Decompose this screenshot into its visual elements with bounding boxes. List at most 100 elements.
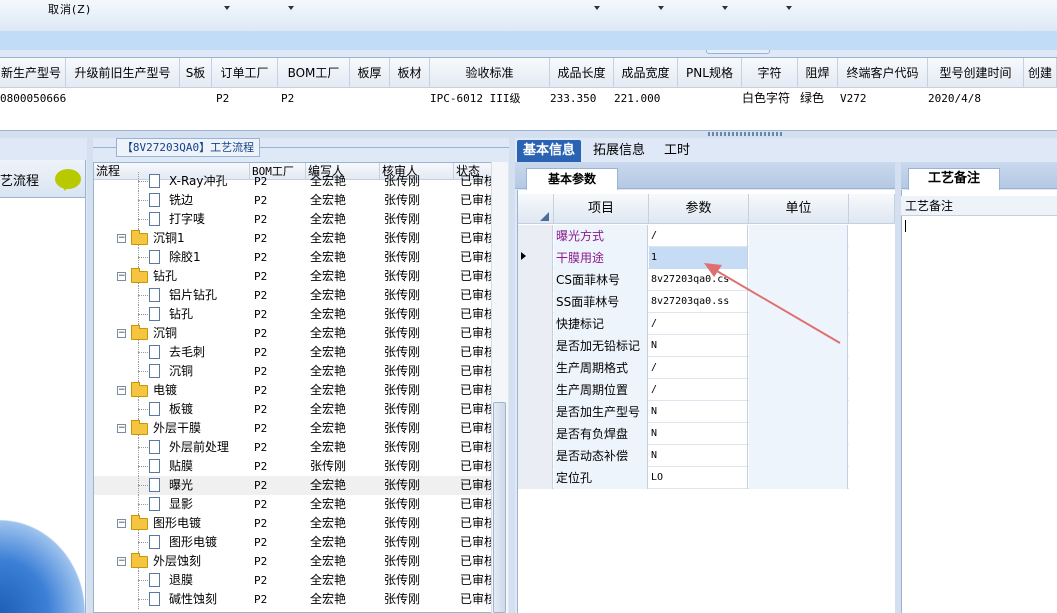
dropdown-arrow-icon[interactable] — [594, 6, 600, 10]
tree-row[interactable]: 碱性蚀刻 P2 全宏艳 张传刚 已审核 — [94, 590, 492, 609]
column-header[interactable]: 创建 — [1024, 58, 1057, 88]
grid-cell[interactable]: 白色字符 — [742, 89, 790, 108]
row-gutter[interactable] — [518, 335, 553, 357]
tree-row[interactable]: − 电镀 P2 全宏艳 张传刚 已审核 — [94, 381, 492, 400]
tree-row[interactable]: 铝片钻孔 P2 全宏艳 张传刚 已审核 — [94, 286, 492, 305]
tab-extended-info[interactable]: 拓展信息 — [587, 140, 651, 162]
param-value[interactable]: / — [649, 225, 748, 247]
param-unit[interactable] — [749, 445, 848, 467]
column-header[interactable]: 验收标准 — [430, 58, 550, 88]
grid-cell[interactable]: 2020/4/8 — [928, 89, 981, 108]
scrollbar-thumb[interactable] — [493, 402, 506, 613]
grid-cell[interactable]: IPC-6012 III级 — [430, 89, 520, 108]
param-value[interactable]: N — [649, 423, 748, 445]
column-header[interactable]: S板 — [180, 58, 212, 88]
row-gutter[interactable] — [518, 357, 553, 379]
collapse-toggle-icon[interactable]: − — [117, 386, 126, 395]
tree-row[interactable]: 去毛刺 P2 全宏艳 张传刚 已审核 — [94, 343, 492, 362]
tree-row[interactable]: 退膜 P2 全宏艳 张传刚 已审核 — [94, 571, 492, 590]
column-header[interactable]: 成品宽度 — [614, 58, 678, 88]
param-value[interactable]: LO — [649, 467, 748, 489]
select-all-icon[interactable] — [540, 212, 549, 221]
collapse-toggle-icon[interactable]: − — [117, 424, 126, 433]
column-header[interactable]: 字符 — [742, 58, 798, 88]
left-nav-header[interactable]: 艺流程 — [0, 160, 85, 198]
tree-row[interactable]: 沉铜 P2 全宏艳 张传刚 已审核 — [94, 362, 492, 381]
column-header[interactable]: BOM工厂 — [278, 58, 350, 88]
dropdown-arrow-icon[interactable] — [722, 6, 728, 10]
param-row[interactable]: 生产周期格式 / — [518, 357, 895, 379]
tree-row[interactable]: 图形电镀 P2 全宏艳 张传刚 已审核 — [94, 533, 492, 552]
cancel-button[interactable]: 取消(Z) — [48, 1, 91, 17]
param-row[interactable]: 是否动态补偿 N — [518, 445, 895, 467]
column-header[interactable]: 型号创建时间 — [928, 58, 1024, 88]
tree-row[interactable]: 贴膜 P2 张传刚 张传刚 已审核 — [94, 457, 492, 476]
param-row[interactable]: 定位孔 LO — [518, 467, 895, 489]
tree-row[interactable]: 显影 P2 全宏艳 张传刚 已审核 — [94, 495, 492, 514]
param-unit[interactable] — [749, 401, 848, 423]
column-header[interactable]: 板厚 — [350, 58, 390, 88]
row-gutter[interactable] — [518, 423, 553, 445]
grid-cell[interactable]: 绿色 — [800, 89, 824, 108]
row-gutter[interactable] — [518, 467, 553, 489]
column-header[interactable]: 订单工厂 — [212, 58, 278, 88]
column-header[interactable]: 项目 — [554, 194, 649, 224]
tab-process-remark[interactable]: 工艺备注 — [908, 168, 1000, 190]
column-header[interactable]: 板材 — [390, 58, 430, 88]
column-header[interactable]: 新生产型号 — [0, 58, 66, 88]
tree-row[interactable]: 打字唛 P2 全宏艳 张传刚 已审核 — [94, 210, 492, 229]
tree-row[interactable]: X-Ray冲孔 P2 全宏艳 张传刚 已审核 — [94, 172, 492, 191]
tree-row[interactable]: − 图形电镀 P2 全宏艳 张传刚 已审核 — [94, 514, 492, 533]
column-header[interactable]: 终端客户代码 — [838, 58, 928, 88]
param-unit[interactable] — [749, 423, 848, 445]
tree-row[interactable]: − 沉铜1 P2 全宏艳 张传刚 已审核 — [94, 229, 492, 248]
grid-cell[interactable]: V272 — [840, 89, 867, 108]
splitter-grip-icon[interactable] — [708, 132, 784, 136]
grid-cell[interactable]: P2 — [216, 89, 229, 108]
param-unit[interactable] — [749, 357, 848, 379]
row-gutter[interactable] — [518, 379, 553, 401]
param-row[interactable]: 曝光方式 / — [518, 225, 895, 247]
column-header[interactable]: 成品长度 — [550, 58, 614, 88]
tree-row[interactable]: − 沉铜 P2 全宏艳 张传刚 已审核 — [94, 324, 492, 343]
param-row[interactable]: 是否有负焊盘 N — [518, 423, 895, 445]
param-value[interactable]: / — [649, 357, 748, 379]
tree-row[interactable]: 除胶1 P2 全宏艳 张传刚 已审核 — [94, 248, 492, 267]
tab-basic-params[interactable]: 基本参数 — [526, 168, 618, 190]
param-unit[interactable] — [749, 225, 848, 247]
tab-working-hours[interactable]: 工时 — [658, 140, 696, 162]
remark-editor[interactable] — [901, 190, 1057, 613]
grid-cell[interactable]: 0800050666 — [0, 89, 66, 108]
column-header[interactable]: 升级前旧生产型号 — [66, 58, 180, 88]
collapse-toggle-icon[interactable]: − — [117, 234, 126, 243]
tree-row[interactable]: − 外层蚀刻 P2 全宏艳 张传刚 已审核 — [94, 552, 492, 571]
tree-row[interactable]: 外层前处理 P2 全宏艳 张传刚 已审核 — [94, 438, 492, 457]
collapse-toggle-icon[interactable]: − — [117, 272, 126, 281]
row-gutter[interactable] — [518, 225, 553, 247]
row-gutter[interactable] — [518, 291, 553, 313]
tree-row[interactable]: − 外层干膜 P2 全宏艳 张传刚 已审核 — [94, 419, 492, 438]
row-gutter[interactable] — [518, 401, 553, 423]
row-gutter[interactable] — [518, 313, 553, 335]
tree-row[interactable]: − 钻孔 P2 全宏艳 张传刚 已审核 — [94, 267, 492, 286]
row-gutter[interactable] — [518, 247, 553, 269]
param-value[interactable]: N — [649, 445, 748, 467]
param-value[interactable]: / — [649, 379, 748, 401]
vertical-splitter[interactable] — [509, 138, 515, 613]
table-row[interactable] — [0, 31, 1057, 50]
grid-cell[interactable]: 233.350 — [550, 89, 596, 108]
dropdown-arrow-icon[interactable] — [224, 6, 230, 10]
collapse-toggle-icon[interactable]: − — [117, 519, 126, 528]
column-header[interactable]: 参数 — [649, 194, 749, 224]
grid-cell[interactable]: P2 — [281, 89, 294, 108]
column-header[interactable]: 阻焊 — [798, 58, 838, 88]
column-header[interactable]: PNL规格 — [678, 58, 742, 88]
param-unit[interactable] — [749, 467, 848, 489]
tree-row[interactable]: 板镀 P2 全宏艳 张传刚 已审核 — [94, 400, 492, 419]
row-gutter[interactable] — [518, 445, 553, 467]
param-row[interactable]: 是否加生产型号 N — [518, 401, 895, 423]
horizontal-splitter[interactable] — [0, 131, 1057, 138]
collapse-toggle-icon[interactable]: − — [117, 557, 126, 566]
grid-cell[interactable]: 221.000 — [614, 89, 660, 108]
tree-row[interactable]: 钻孔 P2 全宏艳 张传刚 已审核 — [94, 305, 492, 324]
